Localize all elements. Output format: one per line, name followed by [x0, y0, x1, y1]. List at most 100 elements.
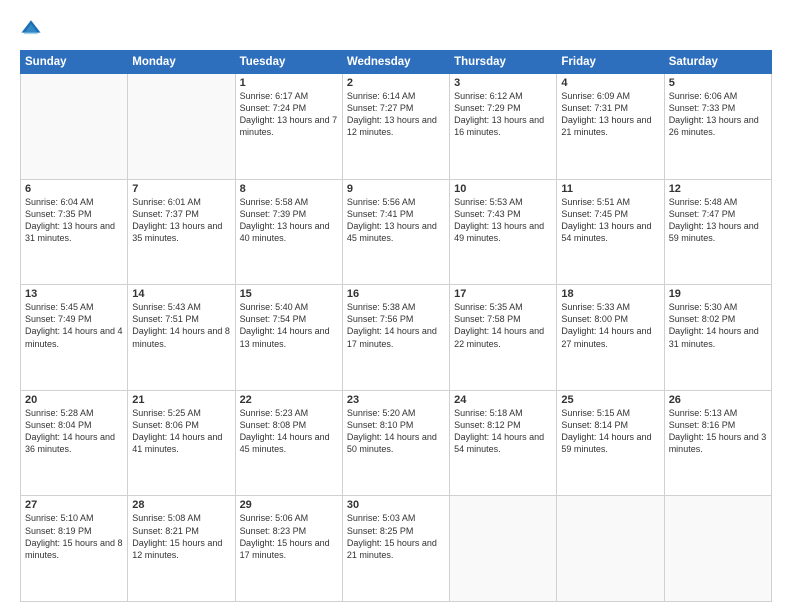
day-number: 24: [454, 394, 552, 406]
calendar-cell: [664, 496, 771, 602]
week-row-5: 27Sunrise: 5:10 AMSunset: 8:19 PMDayligh…: [21, 496, 772, 602]
day-number: 1: [240, 77, 338, 89]
calendar-cell: 22Sunrise: 5:23 AMSunset: 8:08 PMDayligh…: [235, 390, 342, 496]
day-number: 22: [240, 394, 338, 406]
day-number: 23: [347, 394, 445, 406]
page: SundayMondayTuesdayWednesdayThursdayFrid…: [0, 0, 792, 612]
day-number: 20: [25, 394, 123, 406]
day-number: 7: [132, 183, 230, 195]
week-row-1: 1Sunrise: 6:17 AMSunset: 7:24 PMDaylight…: [21, 74, 772, 180]
day-detail: Sunrise: 6:09 AMSunset: 7:31 PMDaylight:…: [561, 90, 659, 139]
day-number: 15: [240, 288, 338, 300]
day-detail: Sunrise: 5:33 AMSunset: 8:00 PMDaylight:…: [561, 301, 659, 350]
logo-icon: [20, 18, 42, 40]
day-detail: Sunrise: 5:53 AMSunset: 7:43 PMDaylight:…: [454, 196, 552, 245]
day-number: 26: [669, 394, 767, 406]
day-number: 17: [454, 288, 552, 300]
weekday-header-sunday: Sunday: [21, 51, 128, 74]
day-number: 4: [561, 77, 659, 89]
day-detail: Sunrise: 6:14 AMSunset: 7:27 PMDaylight:…: [347, 90, 445, 139]
logo: [20, 18, 46, 40]
calendar-cell: [128, 74, 235, 180]
calendar-cell: 24Sunrise: 5:18 AMSunset: 8:12 PMDayligh…: [450, 390, 557, 496]
day-detail: Sunrise: 5:38 AMSunset: 7:56 PMDaylight:…: [347, 301, 445, 350]
day-number: 11: [561, 183, 659, 195]
day-detail: Sunrise: 5:10 AMSunset: 8:19 PMDaylight:…: [25, 512, 123, 561]
calendar-cell: 15Sunrise: 5:40 AMSunset: 7:54 PMDayligh…: [235, 285, 342, 391]
weekday-header-tuesday: Tuesday: [235, 51, 342, 74]
calendar-cell: 9Sunrise: 5:56 AMSunset: 7:41 PMDaylight…: [342, 179, 449, 285]
day-detail: Sunrise: 5:13 AMSunset: 8:16 PMDaylight:…: [669, 407, 767, 456]
calendar-cell: [21, 74, 128, 180]
weekday-header-thursday: Thursday: [450, 51, 557, 74]
calendar-cell: 14Sunrise: 5:43 AMSunset: 7:51 PMDayligh…: [128, 285, 235, 391]
day-number: 19: [669, 288, 767, 300]
day-detail: Sunrise: 5:28 AMSunset: 8:04 PMDaylight:…: [25, 407, 123, 456]
calendar-cell: 30Sunrise: 5:03 AMSunset: 8:25 PMDayligh…: [342, 496, 449, 602]
day-number: 12: [669, 183, 767, 195]
day-detail: Sunrise: 5:56 AMSunset: 7:41 PMDaylight:…: [347, 196, 445, 245]
calendar-cell: 2Sunrise: 6:14 AMSunset: 7:27 PMDaylight…: [342, 74, 449, 180]
day-detail: Sunrise: 5:08 AMSunset: 8:21 PMDaylight:…: [132, 512, 230, 561]
day-number: 6: [25, 183, 123, 195]
day-detail: Sunrise: 6:17 AMSunset: 7:24 PMDaylight:…: [240, 90, 338, 139]
day-detail: Sunrise: 5:51 AMSunset: 7:45 PMDaylight:…: [561, 196, 659, 245]
calendar-cell: 20Sunrise: 5:28 AMSunset: 8:04 PMDayligh…: [21, 390, 128, 496]
calendar-cell: 17Sunrise: 5:35 AMSunset: 7:58 PMDayligh…: [450, 285, 557, 391]
day-number: 13: [25, 288, 123, 300]
calendar-cell: 1Sunrise: 6:17 AMSunset: 7:24 PMDaylight…: [235, 74, 342, 180]
day-number: 2: [347, 77, 445, 89]
header: [20, 18, 772, 40]
day-detail: Sunrise: 5:48 AMSunset: 7:47 PMDaylight:…: [669, 196, 767, 245]
day-number: 14: [132, 288, 230, 300]
calendar-cell: 29Sunrise: 5:06 AMSunset: 8:23 PMDayligh…: [235, 496, 342, 602]
day-number: 10: [454, 183, 552, 195]
weekday-header-friday: Friday: [557, 51, 664, 74]
calendar-cell: 5Sunrise: 6:06 AMSunset: 7:33 PMDaylight…: [664, 74, 771, 180]
calendar-cell: 28Sunrise: 5:08 AMSunset: 8:21 PMDayligh…: [128, 496, 235, 602]
week-row-3: 13Sunrise: 5:45 AMSunset: 7:49 PMDayligh…: [21, 285, 772, 391]
calendar-cell: 8Sunrise: 5:58 AMSunset: 7:39 PMDaylight…: [235, 179, 342, 285]
calendar-cell: [557, 496, 664, 602]
calendar-cell: 7Sunrise: 6:01 AMSunset: 7:37 PMDaylight…: [128, 179, 235, 285]
calendar-cell: 19Sunrise: 5:30 AMSunset: 8:02 PMDayligh…: [664, 285, 771, 391]
day-detail: Sunrise: 5:45 AMSunset: 7:49 PMDaylight:…: [25, 301, 123, 350]
calendar-cell: 16Sunrise: 5:38 AMSunset: 7:56 PMDayligh…: [342, 285, 449, 391]
weekday-header-saturday: Saturday: [664, 51, 771, 74]
calendar-cell: 3Sunrise: 6:12 AMSunset: 7:29 PMDaylight…: [450, 74, 557, 180]
day-detail: Sunrise: 5:30 AMSunset: 8:02 PMDaylight:…: [669, 301, 767, 350]
calendar-cell: 27Sunrise: 5:10 AMSunset: 8:19 PMDayligh…: [21, 496, 128, 602]
calendar-cell: 26Sunrise: 5:13 AMSunset: 8:16 PMDayligh…: [664, 390, 771, 496]
calendar-cell: 6Sunrise: 6:04 AMSunset: 7:35 PMDaylight…: [21, 179, 128, 285]
day-detail: Sunrise: 5:43 AMSunset: 7:51 PMDaylight:…: [132, 301, 230, 350]
weekday-header-wednesday: Wednesday: [342, 51, 449, 74]
calendar-cell: 18Sunrise: 5:33 AMSunset: 8:00 PMDayligh…: [557, 285, 664, 391]
day-detail: Sunrise: 6:01 AMSunset: 7:37 PMDaylight:…: [132, 196, 230, 245]
week-row-2: 6Sunrise: 6:04 AMSunset: 7:35 PMDaylight…: [21, 179, 772, 285]
day-detail: Sunrise: 5:03 AMSunset: 8:25 PMDaylight:…: [347, 512, 445, 561]
day-number: 27: [25, 499, 123, 511]
calendar-cell: 23Sunrise: 5:20 AMSunset: 8:10 PMDayligh…: [342, 390, 449, 496]
day-detail: Sunrise: 6:04 AMSunset: 7:35 PMDaylight:…: [25, 196, 123, 245]
day-detail: Sunrise: 6:12 AMSunset: 7:29 PMDaylight:…: [454, 90, 552, 139]
calendar-cell: 13Sunrise: 5:45 AMSunset: 7:49 PMDayligh…: [21, 285, 128, 391]
day-number: 30: [347, 499, 445, 511]
calendar-cell: [450, 496, 557, 602]
day-number: 28: [132, 499, 230, 511]
day-number: 25: [561, 394, 659, 406]
day-number: 16: [347, 288, 445, 300]
day-number: 21: [132, 394, 230, 406]
week-row-4: 20Sunrise: 5:28 AMSunset: 8:04 PMDayligh…: [21, 390, 772, 496]
calendar-table: SundayMondayTuesdayWednesdayThursdayFrid…: [20, 50, 772, 602]
day-detail: Sunrise: 6:06 AMSunset: 7:33 PMDaylight:…: [669, 90, 767, 139]
day-number: 5: [669, 77, 767, 89]
weekday-header-monday: Monday: [128, 51, 235, 74]
calendar-cell: 25Sunrise: 5:15 AMSunset: 8:14 PMDayligh…: [557, 390, 664, 496]
day-detail: Sunrise: 5:20 AMSunset: 8:10 PMDaylight:…: [347, 407, 445, 456]
calendar-cell: 10Sunrise: 5:53 AMSunset: 7:43 PMDayligh…: [450, 179, 557, 285]
calendar-cell: 21Sunrise: 5:25 AMSunset: 8:06 PMDayligh…: [128, 390, 235, 496]
day-number: 18: [561, 288, 659, 300]
day-number: 3: [454, 77, 552, 89]
day-detail: Sunrise: 5:06 AMSunset: 8:23 PMDaylight:…: [240, 512, 338, 561]
calendar-cell: 12Sunrise: 5:48 AMSunset: 7:47 PMDayligh…: [664, 179, 771, 285]
